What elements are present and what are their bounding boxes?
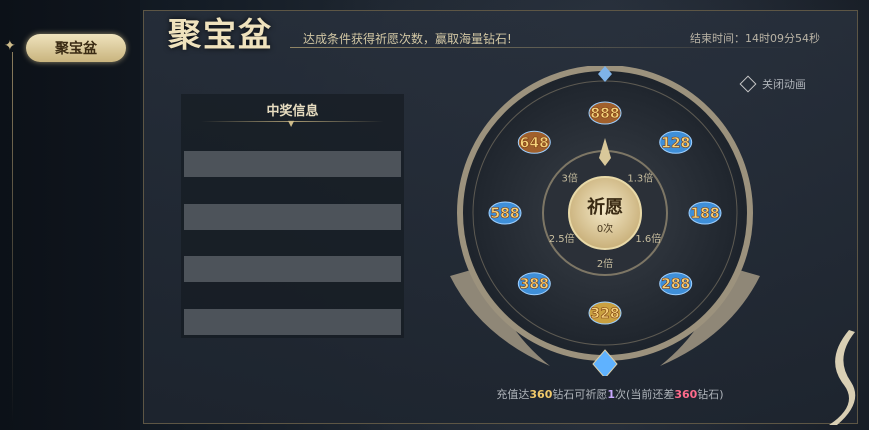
pray-button-label[interactable]: 祈愿 xyxy=(587,196,623,218)
winners-title: 中奖信息 xyxy=(266,104,319,119)
multiplier-label: 2倍 xyxy=(597,257,613,270)
winner-row xyxy=(184,151,401,177)
prize-slot: 188 xyxy=(688,201,722,225)
hint-text-4: 钻石) xyxy=(697,388,724,401)
chevron-down-icon: ▼ xyxy=(288,119,295,128)
winner-row xyxy=(184,256,401,282)
prize-slot: 388 xyxy=(517,272,551,296)
ribbon-decoration xyxy=(829,330,856,425)
multiplier-label: 1.6倍 xyxy=(635,232,661,245)
prize-value: 888 xyxy=(590,106,619,122)
left-rail xyxy=(0,0,140,430)
prize-value: 588 xyxy=(490,206,519,222)
multiplier-label: 1.3倍 xyxy=(627,172,653,185)
multiplier-label: 3倍 xyxy=(561,172,577,185)
header-divider xyxy=(290,47,805,48)
hint-text-3: 次(当前还差 xyxy=(615,388,675,401)
prize-value: 128 xyxy=(661,135,690,151)
prize-value: 328 xyxy=(590,306,619,322)
hint-text-1: 充值达 xyxy=(496,388,530,401)
prize-value: 388 xyxy=(520,277,549,293)
prize-slot: 128 xyxy=(659,130,693,154)
hint-times: 1 xyxy=(607,388,616,401)
prize-slot: 328 xyxy=(588,301,622,325)
multiplier-label: 2.5倍 xyxy=(549,232,575,245)
hint-amount: 360 xyxy=(529,388,553,401)
event-subtitle: 达成条件获得祈愿次数，赢取海量钻石! xyxy=(303,32,512,46)
prize-slot: 648 xyxy=(517,130,551,154)
prize-value: 288 xyxy=(661,277,690,293)
prize-slot: 288 xyxy=(659,272,693,296)
hint-text-2: 钻石可祈愿 xyxy=(552,388,608,401)
prize-slot: 888 xyxy=(588,101,622,125)
hint-remaining: 360 xyxy=(674,388,698,401)
recharge-hint: 充值达360钻石可祈愿1次(当前还差360钻石) xyxy=(460,386,760,402)
prize-wheel: 888 128 188 288 328 388 588 648 1.3倍 1.6倍 2倍 2.5倍 3… xyxy=(440,65,770,379)
winners-panel: 中奖信息 ▼ xyxy=(181,94,404,338)
tab-treasure-bowl[interactable]: 聚宝盆 xyxy=(26,34,126,62)
winner-row xyxy=(184,309,401,335)
end-timer: 结束时间：14时09分54秒 xyxy=(690,32,820,45)
pray-count: 0次 xyxy=(597,222,613,235)
page-title: 聚宝盆 xyxy=(168,15,273,54)
winner-row xyxy=(184,204,401,230)
sparkle-icon: ✦ xyxy=(4,38,16,54)
prize-value: 188 xyxy=(690,206,719,222)
prize-slot: 588 xyxy=(488,201,522,225)
prize-value: 648 xyxy=(520,135,549,151)
